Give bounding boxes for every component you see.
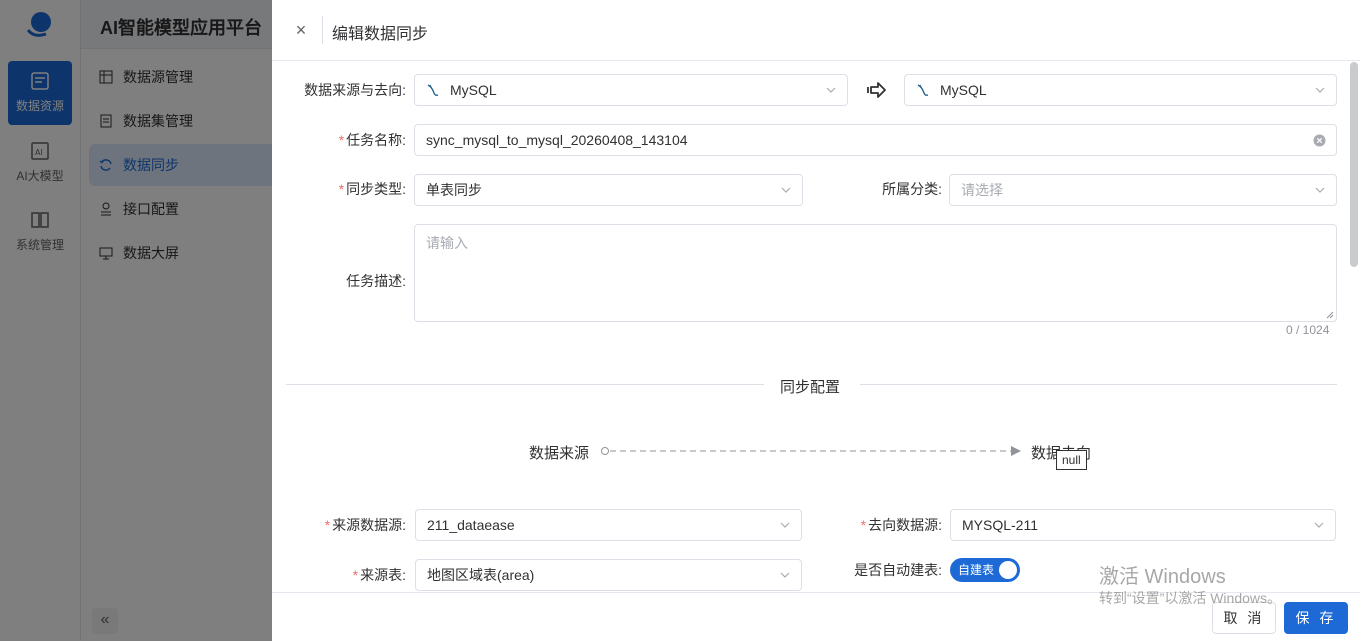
target-datasource-select[interactable]: MYSQL-211 xyxy=(950,509,1336,541)
required-mark: * xyxy=(338,181,345,197)
source-table-select[interactable]: 地图区域表(area) xyxy=(415,559,802,591)
category-label: 所属分类: xyxy=(882,181,942,197)
required-mark: * xyxy=(338,132,345,148)
clear-icon[interactable] xyxy=(1313,134,1326,147)
close-icon[interactable]: × xyxy=(292,19,310,41)
edit-sync-drawer: × 编辑数据同步 数据来源与去向: MySQL MySQL * 任务名称: syn… xyxy=(272,0,1360,641)
task-name-label: * 任务名称: xyxy=(282,130,406,150)
category-select[interactable]: 请选择 xyxy=(949,174,1337,206)
description-placeholder: 请输入 xyxy=(426,235,468,251)
flow-source-text: 数据来源 xyxy=(529,445,590,462)
section-divider-right xyxy=(860,384,1337,385)
required-mark: * xyxy=(324,517,331,533)
chevron-down-icon xyxy=(826,87,836,93)
source-direction-label: 数据来源与去向: xyxy=(304,82,406,98)
target-type-select[interactable]: MySQL xyxy=(904,74,1337,106)
chevron-down-icon xyxy=(1315,87,1325,93)
null-tooltip: null xyxy=(1056,450,1087,470)
required-mark: * xyxy=(352,567,359,583)
source-ds-label: * 来源数据源: xyxy=(282,515,406,535)
section-divider-left xyxy=(286,384,764,385)
switch-knob xyxy=(999,561,1017,579)
windows-activation-watermark: 激活 Windows xyxy=(1099,566,1226,588)
target-ds-label-text: 去向数据源: xyxy=(868,517,942,533)
source-ds-label-text: 来源数据源: xyxy=(332,517,406,533)
description-textarea[interactable]: 请输入 xyxy=(414,224,1337,322)
sync-type-label: * 同步类型: xyxy=(282,179,406,199)
category-placeholder: 请选择 xyxy=(961,182,1003,198)
auto-create-switch[interactable]: 自建表 xyxy=(950,558,1020,582)
task-name-input[interactable]: sync_mysql_to_mysql_20260408_143104 xyxy=(414,124,1337,156)
drawer-scrollbar[interactable] xyxy=(1350,62,1358,267)
source-datasource-select[interactable]: 211_dataease xyxy=(415,509,802,541)
save-button[interactable]: 保 存 xyxy=(1284,602,1348,634)
description-counter: 0 / 1024 xyxy=(1286,323,1330,337)
target-ds-value: MYSQL-211 xyxy=(962,517,1038,533)
mysql-icon xyxy=(427,84,439,96)
task-name-label-text: 任务名称: xyxy=(346,132,406,148)
flow-arrow-icon xyxy=(601,446,1021,456)
source-table-value: 地图区域表(area) xyxy=(427,567,535,583)
chevron-down-icon xyxy=(781,187,791,193)
sync-type-value: 单表同步 xyxy=(426,182,482,198)
source-table-label: * 来源表: xyxy=(282,565,406,585)
target-type-value: MySQL xyxy=(940,82,987,98)
source-type-value: MySQL xyxy=(450,82,497,98)
source-ds-value: 211_dataease xyxy=(427,517,515,533)
header-divider xyxy=(322,16,323,44)
sync-type-label-text: 同步类型: xyxy=(346,181,406,197)
target-ds-label: * 去向数据源: xyxy=(822,515,942,535)
sync-type-select[interactable]: 单表同步 xyxy=(414,174,803,206)
source-table-label-text: 来源表: xyxy=(360,567,406,583)
task-name-value: sync_mysql_to_mysql_20260408_143104 xyxy=(426,132,688,148)
auto-create-switch-text: 自建表 xyxy=(958,563,995,577)
chevron-down-icon xyxy=(780,522,790,528)
section-title: 同步配置 xyxy=(780,379,841,396)
resize-handle-icon[interactable] xyxy=(1326,311,1334,319)
source-type-select[interactable]: MySQL xyxy=(414,74,848,106)
auto-create-label: 是否自动建表: xyxy=(854,562,942,578)
drawer-title: 编辑数据同步 xyxy=(332,26,429,43)
windows-activation-hint: 转到“设置”以激活 Windows。 xyxy=(1099,590,1282,606)
direction-arrow-icon xyxy=(867,82,886,98)
chevron-down-icon xyxy=(780,572,790,578)
mysql-icon xyxy=(917,84,929,96)
description-label: 任务描述: xyxy=(346,273,406,289)
drawer-header: × 编辑数据同步 xyxy=(272,0,1360,61)
required-mark: * xyxy=(860,517,867,533)
chevron-down-icon xyxy=(1315,187,1325,193)
chevron-down-icon xyxy=(1314,522,1324,528)
